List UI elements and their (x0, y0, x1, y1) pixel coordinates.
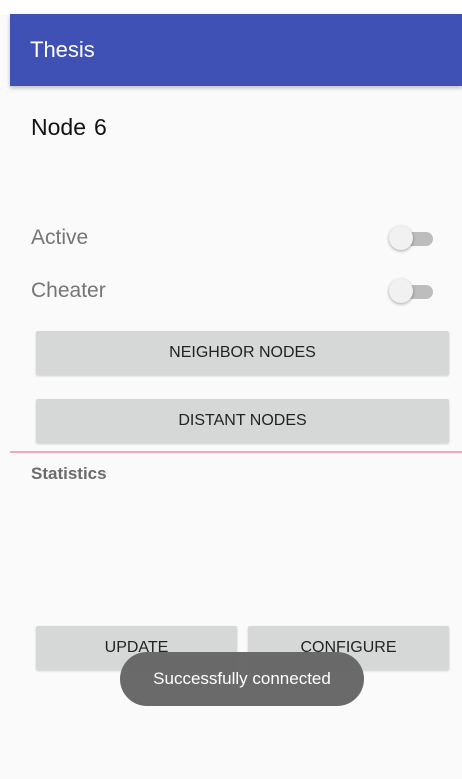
cheater-switch-thumb (389, 279, 413, 303)
section-divider (10, 451, 462, 453)
active-row: Active (31, 223, 433, 253)
neighbor-nodes-button[interactable]: NEIGHBOR NODES (36, 331, 449, 375)
app-title: Thesis (30, 37, 95, 62)
status-bar-area (0, 0, 462, 14)
statistics-label: Statistics (31, 464, 107, 483)
toast-message: Successfully connected (120, 652, 364, 706)
cheater-label: Cheater (31, 279, 106, 302)
cheater-switch[interactable] (389, 279, 433, 303)
app-screen: Thesis Node 6 Active Cheater NEIGHBOR NOD… (0, 0, 462, 779)
main-content: Node 6 Active Cheater NEIGHBOR NODES DIST… (10, 86, 462, 779)
app-bar: Thesis (10, 14, 462, 86)
node-number: 6 (93, 114, 107, 140)
active-switch[interactable] (389, 226, 433, 250)
active-label: Active (31, 226, 89, 249)
node-label: Node (31, 114, 86, 140)
node-title: Node 6 (31, 113, 107, 141)
cheater-row: Cheater (31, 276, 433, 306)
active-switch-thumb (389, 226, 413, 250)
distant-nodes-button[interactable]: DISTANT NODES (36, 399, 449, 443)
